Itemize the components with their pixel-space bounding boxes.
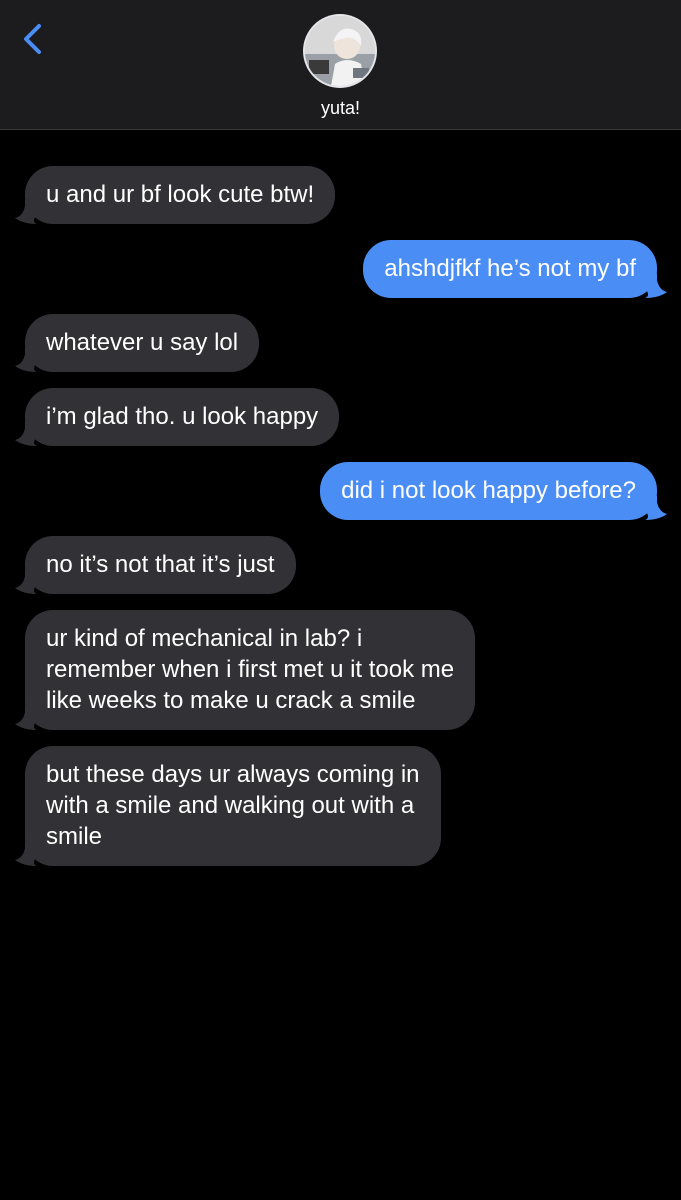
incoming-message-bubble[interactable]: u and ur bf look cute btw! (15, 166, 336, 224)
message-list: u and ur bf look cute btw! ahshdjfkf he’… (0, 166, 681, 882)
incoming-message-bubble[interactable]: whatever u say lol (15, 314, 260, 372)
bubble-tail (15, 422, 37, 446)
incoming-message-bubble[interactable]: i’m glad tho. u look happy (15, 388, 340, 446)
bubble-tail (15, 348, 37, 372)
bubble-tail (645, 274, 667, 298)
message-row: ur kind of mechanical in lab? i remember… (0, 610, 681, 730)
bubble-tail (645, 496, 667, 520)
message-row: ahshdjfkf he’s not my bf (0, 240, 681, 298)
bubble-tail (15, 842, 37, 866)
message-row: did i not look happy before? (0, 462, 681, 520)
outgoing-message-bubble[interactable]: ahshdjfkf he’s not my bf (363, 240, 667, 298)
message-row: i’m glad tho. u look happy (0, 388, 681, 446)
message-row: no it’s not that it’s just (0, 536, 681, 594)
bubble-tail (15, 570, 37, 594)
incoming-message-bubble[interactable]: but these days ur always coming in with … (15, 746, 441, 866)
outgoing-message-bubble[interactable]: did i not look happy before? (320, 462, 667, 520)
contact-name[interactable]: yuta! (0, 98, 681, 119)
bubble-tail (15, 706, 37, 730)
bubble-tail (15, 200, 37, 224)
message-row: u and ur bf look cute btw! (0, 166, 681, 224)
incoming-message-bubble[interactable]: no it’s not that it’s just (15, 536, 296, 594)
incoming-message-bubble[interactable]: ur kind of mechanical in lab? i remember… (15, 610, 476, 730)
message-row: whatever u say lol (0, 314, 681, 372)
message-row: but these days ur always coming in with … (0, 746, 681, 866)
conversation-header: yuta! (0, 0, 681, 130)
back-chevron-icon[interactable] (14, 18, 54, 58)
contact-avatar[interactable] (305, 16, 375, 86)
